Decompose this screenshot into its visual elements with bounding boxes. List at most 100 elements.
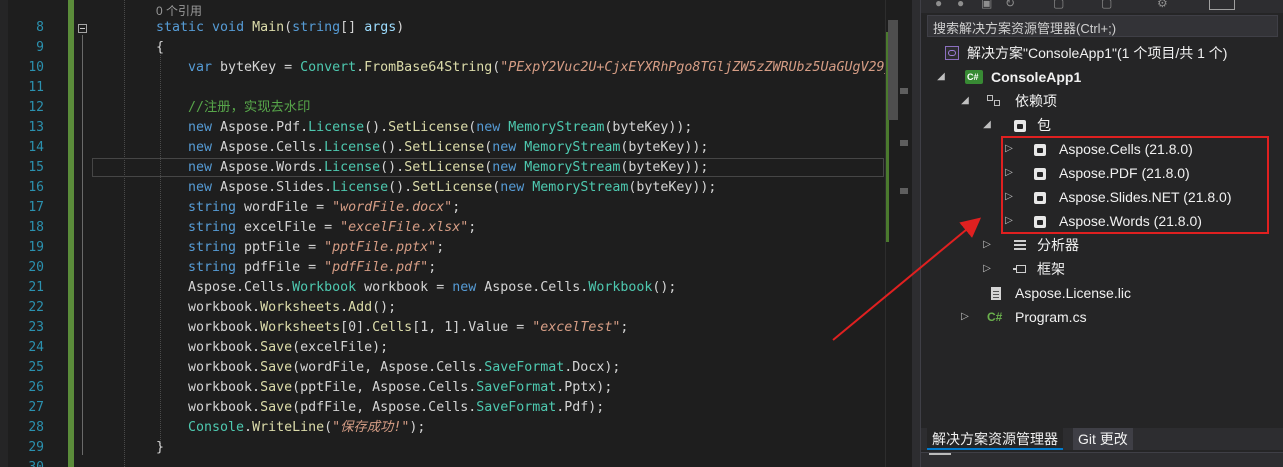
refresh-icon[interactable]: ↻: [1005, 0, 1015, 10]
tab-solution-explorer[interactable]: 解决方案资源管理器: [927, 428, 1063, 450]
analyzer-icon: [1013, 238, 1027, 252]
tree-item-label: 依赖项: [1015, 93, 1057, 109]
code-token: Workbook: [292, 280, 365, 295]
tree-item-label: 分析器: [1037, 237, 1079, 253]
expand-chevron-icon[interactable]: ◢: [959, 90, 971, 112]
code-token: (wordFile, Aspose.Cells.: [292, 360, 485, 375]
code-token: );: [409, 420, 426, 435]
code-line[interactable]: string excelFile = "excelFile.xlsx";: [188, 218, 476, 238]
code-token: ().: [380, 160, 405, 175]
code-token: string: [188, 220, 245, 235]
code-token: //注册，实现去水印: [188, 100, 311, 115]
code-token: .Docx);: [564, 360, 621, 375]
framework-icon: [1013, 262, 1027, 276]
code-line[interactable]: static void Main(string[] args): [156, 18, 404, 38]
home-icon[interactable]: ●: [935, 0, 942, 10]
expand-chevron-icon[interactable]: ◢: [935, 66, 947, 88]
search-input[interactable]: 搜索解决方案资源管理器(Ctrl+;): [927, 15, 1278, 37]
sync-icon[interactable]: ▣: [981, 0, 992, 10]
preview-toggle[interactable]: [1209, 0, 1235, 10]
code-token: (excelFile);: [292, 340, 389, 355]
code-line[interactable]: new Aspose.Cells.License().SetLicense(ne…: [188, 138, 708, 158]
file-icon: [989, 286, 1003, 300]
code-token: new: [500, 180, 533, 195]
code-token: Save: [260, 360, 293, 375]
code-line[interactable]: string pptFile = "pptFile.pptx";: [188, 238, 444, 258]
code-line[interactable]: }: [156, 438, 164, 458]
code-token: new: [452, 280, 485, 295]
line-number: 27: [28, 400, 44, 415]
codelens-references[interactable]: 0 个引用: [156, 2, 202, 19]
code-token: new: [188, 180, 221, 195]
code-token: [0].: [340, 320, 373, 335]
code-token: new: [476, 120, 509, 135]
line-number: 17: [28, 200, 44, 215]
editor-vertical-scrollbar[interactable]: [885, 0, 912, 467]
code-token: new: [492, 160, 525, 175]
code-token: ().: [364, 120, 389, 135]
line-number: 10: [28, 60, 44, 75]
code-token: void: [212, 20, 253, 35]
code-token: Main: [252, 20, 285, 35]
code-line[interactable]: workbook.Worksheets[0].Cells[1, 1].Value…: [188, 318, 628, 338]
code-line[interactable]: var byteKey = Convert.FromBase64String("…: [188, 58, 912, 78]
code-token: "excelFile.xlsx": [340, 220, 469, 235]
solution-icon: [945, 46, 959, 60]
collapsed-chevron-icon[interactable]: ▷: [981, 258, 993, 280]
tab-git-changes[interactable]: Git 更改: [1073, 428, 1133, 450]
code-token: workbook.: [188, 300, 261, 315]
tree-item-label: 解决方案"ConsoleApp1"(1 个项目/共 1 个): [967, 45, 1228, 61]
show-files-icon[interactable]: ▢: [1101, 0, 1112, 10]
code-token: (pptFile, Aspose.Cells.: [292, 380, 477, 395]
panel-splitter[interactable]: [912, 0, 920, 467]
code-token: SaveFormat: [476, 400, 557, 415]
collapsed-chevron-icon[interactable]: ▷: [959, 306, 971, 328]
collapsed-chevron-icon[interactable]: ▷: [981, 234, 993, 256]
code-line[interactable]: workbook.Save(excelFile);: [188, 338, 388, 358]
code-line[interactable]: new Aspose.Pdf.License().SetLicense(new …: [188, 118, 692, 138]
code-token: ();: [372, 300, 397, 315]
line-number: 14: [28, 140, 44, 155]
code-token: (byteKey));: [604, 120, 693, 135]
settings-icon[interactable]: ⚙: [1157, 0, 1168, 10]
code-line[interactable]: workbook.Save(wordFile, Aspose.Cells.Sav…: [188, 358, 620, 378]
code-token: SetLicense: [412, 180, 493, 195]
expand-chevron-icon[interactable]: ◢: [981, 114, 993, 136]
code-line[interactable]: //注册，实现去水印: [188, 98, 310, 118]
line-number: 19: [28, 240, 44, 255]
code-line[interactable]: Aspose.Cells.Workbook workbook = new Asp…: [188, 278, 676, 298]
collapse-all-icon[interactable]: ▢: [1053, 0, 1064, 10]
line-number: 18: [28, 220, 44, 235]
line-number: 16: [28, 180, 44, 195]
scrollbar-thumb[interactable]: [888, 20, 898, 120]
code-line[interactable]: workbook.Save(pdfFile, Aspose.Cells.Save…: [188, 398, 604, 418]
code-area[interactable]: 0 个引用 static void Main(string[] args){ va…: [92, 0, 912, 467]
code-line[interactable]: workbook.Worksheets.Add();: [188, 298, 396, 318]
code-line[interactable]: workbook.Save(pptFile, Aspose.Cells.Save…: [188, 378, 612, 398]
line-number: 9: [36, 40, 44, 55]
code-token: MemoryStream: [524, 160, 621, 175]
line-number: 26: [28, 380, 44, 395]
code-token: (byteKey));: [620, 140, 709, 155]
collapse-toggle[interactable]: [78, 24, 87, 33]
code-token: License: [308, 120, 365, 135]
code-line[interactable]: string wordFile = "wordFile.docx";: [188, 198, 460, 218]
code-line[interactable]: new Aspose.Words.License().SetLicense(ne…: [188, 158, 708, 178]
line-number: 22: [28, 300, 44, 315]
back-icon[interactable]: ●: [957, 0, 964, 10]
code-token: workbook.: [188, 320, 261, 335]
code-line[interactable]: {: [156, 38, 164, 58]
indent-guide: [160, 48, 161, 448]
code-editor[interactable]: 8 9 10 11 12 13 14 15 16 17 18 19 20 21 22 23 24 25 26 27 28…: [0, 0, 912, 467]
code-line[interactable]: string pdfFile = "pdfFile.pdf";: [188, 258, 436, 278]
code-token: new: [492, 140, 525, 155]
csharp-project-icon: [965, 66, 983, 88]
code-line[interactable]: Console.WriteLine("保存成功!");: [188, 418, 425, 438]
code-token: "pdfFile.pdf": [324, 260, 429, 275]
code-line[interactable]: new Aspose.Slides.License().SetLicense(n…: [188, 178, 716, 198]
csharp-file-icon: C#: [987, 310, 1003, 324]
code-token: new: [188, 160, 221, 175]
code-token: string: [188, 200, 245, 215]
line-number: 25: [28, 360, 44, 375]
annotation-highlight-box: [1001, 136, 1269, 234]
